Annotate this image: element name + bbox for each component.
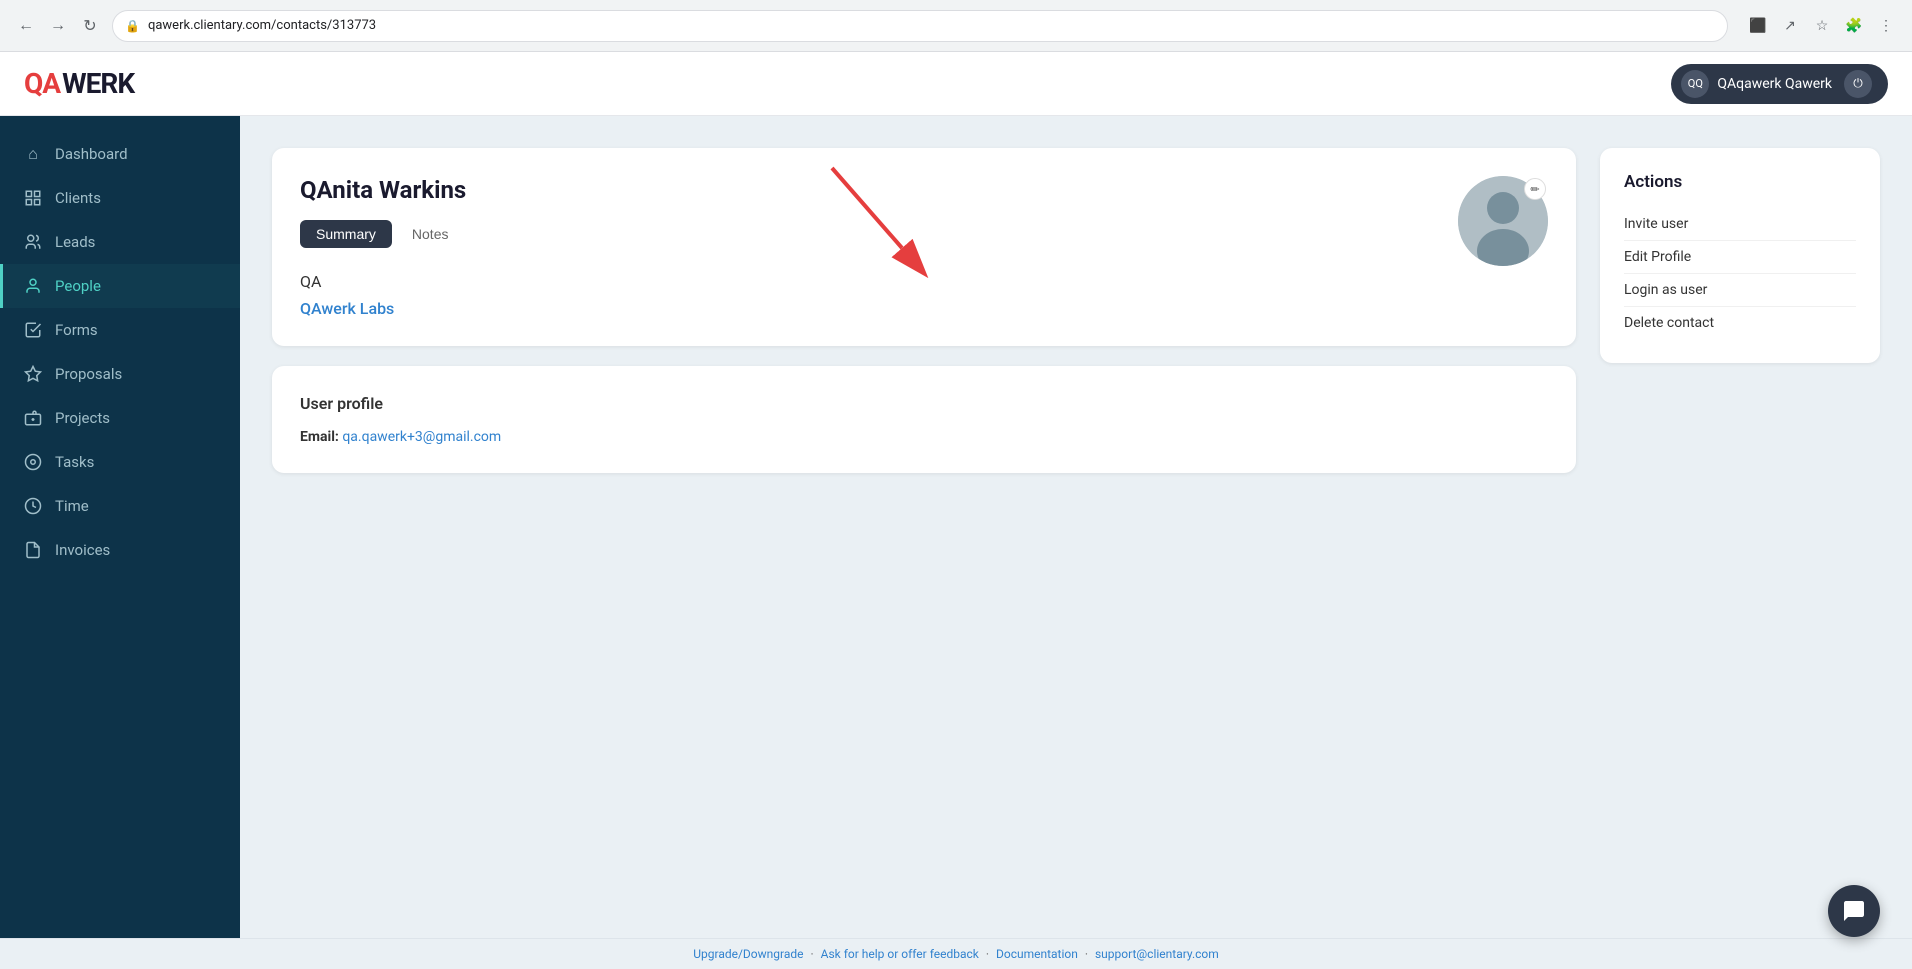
edit-avatar-button[interactable]: ✏: [1524, 178, 1546, 200]
invite-user-link[interactable]: Invite user: [1624, 208, 1856, 241]
sidebar-label-tasks: Tasks: [55, 453, 94, 471]
time-icon: [23, 496, 43, 516]
browser-chrome: ← → ↻ 🔒 qawerk.clientary.com/contacts/31…: [0, 0, 1912, 52]
profile-card-wrapper: QAnita Warkins Summary Notes QA QAwerk L…: [272, 148, 1576, 346]
proposals-icon: [23, 364, 43, 384]
power-button[interactable]: ⏻: [1844, 70, 1872, 98]
actions-title: Actions: [1624, 172, 1856, 192]
profile-name: QAnita Warkins: [300, 176, 466, 204]
sidebar-label-time: Time: [55, 497, 89, 515]
leads-icon: [23, 232, 43, 252]
footer-docs-link[interactable]: Documentation: [996, 947, 1078, 961]
email-row: Email: qa.qawerk+3@gmail.com: [300, 429, 1548, 445]
sidebar-label-leads: Leads: [55, 233, 95, 251]
browser-nav: ← → ↻: [12, 12, 104, 40]
logo-werk: WERK: [62, 67, 134, 100]
email-label: Email:: [300, 429, 339, 445]
footer-support-link[interactable]: support@clientary.com: [1095, 947, 1219, 961]
cast-icon[interactable]: ⬛: [1744, 12, 1772, 40]
sidebar: ⌂ Dashboard Clients Leads People: [0, 116, 240, 938]
projects-icon: [23, 408, 43, 428]
people-icon: [23, 276, 43, 296]
sidebar-item-proposals[interactable]: Proposals: [0, 352, 240, 396]
top-bar: QAWERK QQ QAqawerk Qawerk ⏻: [0, 52, 1912, 116]
avatar-container: ✏: [1458, 176, 1548, 266]
main-layout: ⌂ Dashboard Clients Leads People: [0, 116, 1912, 938]
main-column: QAnita Warkins Summary Notes QA QAwerk L…: [272, 148, 1576, 473]
edit-profile-link[interactable]: Edit Profile: [1624, 241, 1856, 274]
lock-icon: 🔒: [125, 19, 140, 33]
sidebar-item-time[interactable]: Time: [0, 484, 240, 528]
sidebar-label-clients: Clients: [55, 189, 101, 207]
content-area: QAnita Warkins Summary Notes QA QAwerk L…: [240, 116, 1912, 938]
sidebar-item-clients[interactable]: Clients: [0, 176, 240, 220]
email-link[interactable]: qa.qawerk+3@gmail.com: [342, 429, 501, 445]
url-text: qawerk.clientary.com/contacts/313773: [148, 18, 376, 33]
reload-button[interactable]: ↻: [76, 12, 104, 40]
actions-card: Actions Invite user Edit Profile Login a…: [1600, 148, 1880, 363]
sidebar-item-forms[interactable]: Forms: [0, 308, 240, 352]
forms-icon: [23, 320, 43, 340]
bookmark-icon[interactable]: ☆: [1808, 12, 1836, 40]
sidebar-item-projects[interactable]: Projects: [0, 396, 240, 440]
browser-actions: ⬛ ↗ ☆ 🧩 ⋮: [1744, 12, 1900, 40]
sidebar-item-invoices[interactable]: Invoices: [0, 528, 240, 572]
tab-summary[interactable]: Summary: [300, 220, 392, 248]
clients-icon: [23, 188, 43, 208]
back-button[interactable]: ←: [12, 12, 40, 40]
footer-feedback-link[interactable]: Ask for help or offer feedback: [821, 947, 979, 961]
actions-panel: Actions Invite user Edit Profile Login a…: [1600, 148, 1880, 363]
profile-info: QAnita Warkins Summary Notes QA QAwerk L…: [300, 176, 466, 318]
menu-icon[interactable]: ⋮: [1872, 12, 1900, 40]
logo-qa: QA: [24, 67, 60, 100]
footer-bar: Upgrade/Downgrade · Ask for help or offe…: [0, 938, 1912, 969]
user-profile-card: User profile Email: qa.qawerk+3@gmail.co…: [272, 366, 1576, 473]
sidebar-label-dashboard: Dashboard: [55, 145, 128, 163]
sidebar-label-forms: Forms: [55, 321, 98, 339]
profile-company: QAwerk Labs: [300, 299, 466, 318]
profile-card: QAnita Warkins Summary Notes QA QAwerk L…: [272, 148, 1576, 346]
extension-icon[interactable]: 🧩: [1840, 12, 1868, 40]
logo: QAWERK: [24, 67, 134, 100]
sidebar-label-people: People: [55, 277, 101, 295]
profile-role: QA: [300, 272, 466, 291]
share-icon[interactable]: ↗: [1776, 12, 1804, 40]
sidebar-item-people[interactable]: People: [0, 264, 240, 308]
avatar: QQ: [1681, 70, 1709, 98]
user-profile-title: User profile: [300, 394, 1548, 413]
sidebar-item-tasks[interactable]: Tasks: [0, 440, 240, 484]
sidebar-label-projects: Projects: [55, 409, 110, 427]
home-icon: ⌂: [23, 144, 43, 164]
user-name: QAqawerk Qawerk: [1717, 76, 1832, 92]
sidebar-label-invoices: Invoices: [55, 541, 110, 559]
app-wrapper: QAWERK QQ QAqawerk Qawerk ⏻ ⌂ Dashboard …: [0, 52, 1912, 969]
forward-button[interactable]: →: [44, 12, 72, 40]
invoices-icon: [23, 540, 43, 560]
user-badge[interactable]: QQ QAqawerk Qawerk ⏻: [1671, 64, 1888, 104]
sidebar-item-dashboard[interactable]: ⌂ Dashboard: [0, 132, 240, 176]
chat-button[interactable]: [1828, 885, 1880, 937]
sidebar-label-proposals: Proposals: [55, 365, 122, 383]
profile-tabs: Summary Notes: [300, 220, 466, 248]
address-bar[interactable]: 🔒 qawerk.clientary.com/contacts/313773: [112, 10, 1728, 42]
tab-notes[interactable]: Notes: [396, 220, 465, 248]
login-as-user-link[interactable]: Login as user: [1624, 274, 1856, 307]
footer-upgrade-link[interactable]: Upgrade/Downgrade: [693, 947, 803, 961]
tasks-icon: [23, 452, 43, 472]
delete-contact-link[interactable]: Delete contact: [1624, 307, 1856, 339]
sidebar-item-leads[interactable]: Leads: [0, 220, 240, 264]
